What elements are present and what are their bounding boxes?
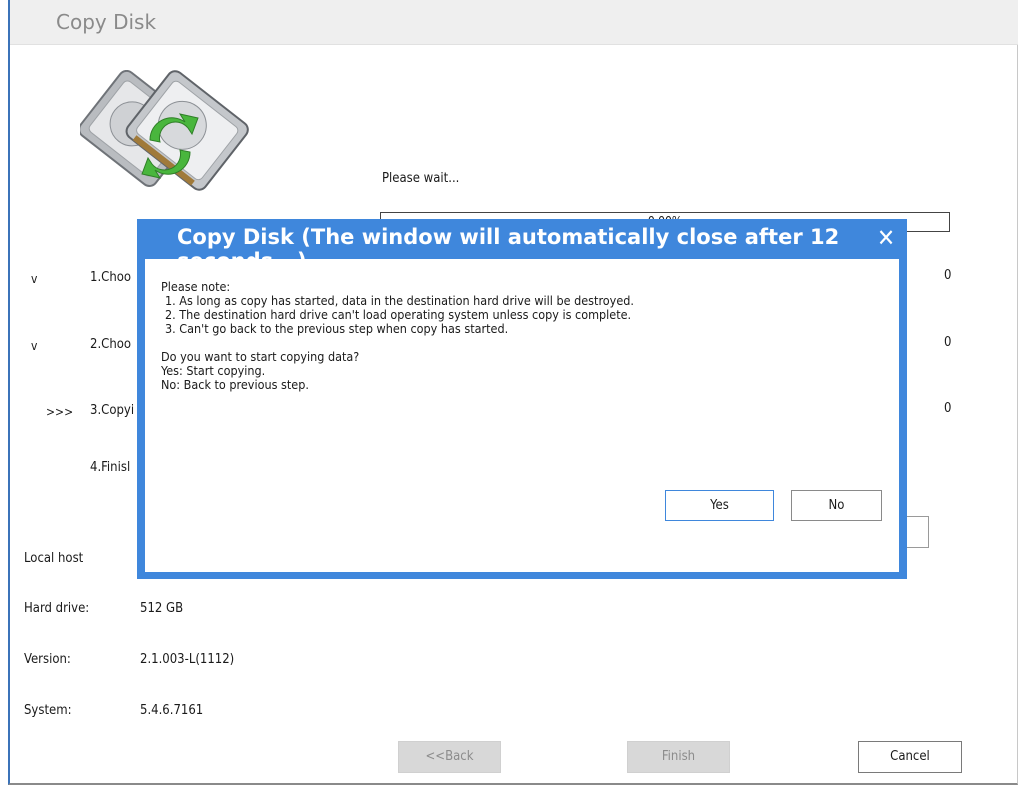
step-2-count: 0 [944, 335, 952, 350]
dialog-line-6: Yes: Start copying. [161, 363, 266, 378]
step-1-count: 0 [944, 268, 952, 283]
no-button[interactable]: No [791, 490, 882, 521]
hard-drive-value: 512 GB [140, 601, 184, 616]
step-3-count: 0 [944, 401, 952, 416]
step-2-label: 2.Choo [90, 337, 132, 352]
dialog-line-2: 1. As long as copy has started, data in … [165, 293, 634, 308]
dialog-line-3: 2. The destination hard drive can't load… [165, 307, 632, 322]
dialog-body: Please note: 1. As long as copy has star… [145, 259, 899, 572]
finish-button[interactable]: Finish [627, 741, 730, 773]
cancel-button[interactable]: Cancel [858, 741, 962, 773]
dialog-header: Copy Disk (The window will automatically… [137, 219, 907, 273]
step-2-marker: v [31, 339, 38, 353]
back-button[interactable]: <<Back [398, 741, 501, 773]
system-value: 5.4.6.7161 [140, 703, 204, 718]
dialog-line-1: Please note: [161, 279, 231, 294]
version-label: Version: [24, 652, 71, 667]
step-1-marker: v [31, 272, 38, 286]
copy-disk-icon [80, 70, 249, 191]
dialog-line-7: No: Back to previous step. [161, 377, 309, 392]
local-host-label: Local host [24, 551, 84, 566]
yes-button[interactable]: Yes [665, 490, 774, 521]
dialog-line-5: Do you want to start copying data? [161, 349, 360, 364]
step-3-label: 3.Copyi [90, 403, 135, 418]
confirm-dialog: Copy Disk (The window will automatically… [137, 219, 907, 579]
status-text: Please wait... [382, 171, 460, 186]
step-3-marker: >>> [46, 405, 74, 419]
step-1-label: 1.Choo [90, 270, 132, 285]
hard-drive-label: Hard drive: [24, 601, 90, 616]
close-icon[interactable]: ✕ [873, 225, 899, 251]
title-bar: Copy Disk [10, 0, 1018, 45]
dialog-line-4: 3. Can't go back to the previous step wh… [165, 321, 509, 336]
step-4-label: 4.Finisl [90, 460, 131, 475]
window-title: Copy Disk [56, 10, 157, 34]
system-label: System: [24, 703, 72, 718]
version-value: 2.1.003-L(1112) [140, 652, 235, 667]
